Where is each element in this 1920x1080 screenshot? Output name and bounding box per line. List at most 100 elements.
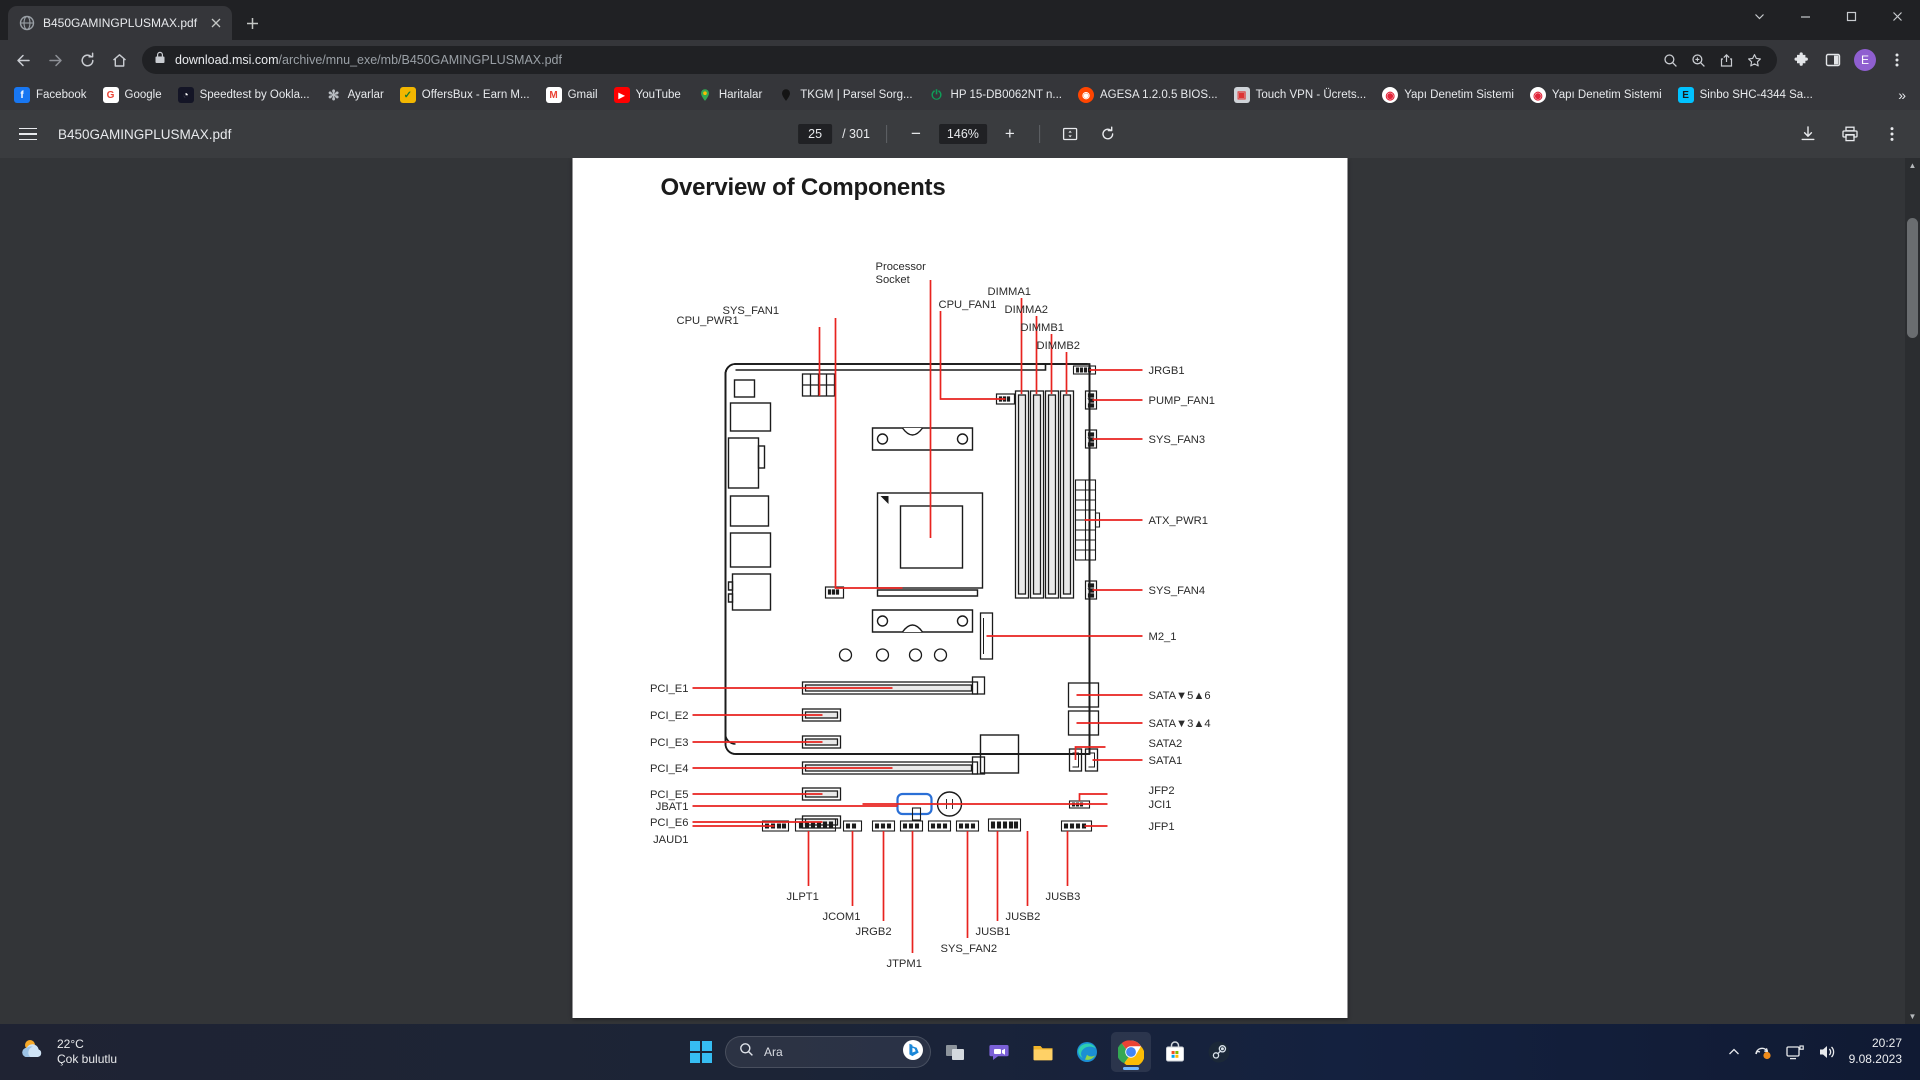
diagram-label: DIMMA1 bbox=[988, 286, 1032, 298]
browser-tab[interactable]: B450GAMINGPLUSMAX.pdf bbox=[8, 6, 232, 40]
store-icon[interactable] bbox=[1155, 1032, 1195, 1072]
diagram-label: PCI_E3 bbox=[650, 737, 689, 749]
new-tab-button[interactable] bbox=[238, 9, 266, 37]
diagram-label: SYS_FAN1 bbox=[723, 305, 780, 317]
search-input[interactable]: Ara bbox=[725, 1036, 931, 1068]
home-icon[interactable] bbox=[104, 45, 134, 75]
chrome-icon[interactable] bbox=[1111, 1032, 1151, 1072]
scrollbar-thumb[interactable] bbox=[1907, 218, 1918, 338]
diagram-label: PCI_E6 bbox=[650, 817, 689, 829]
bookmark-label: Yapı Denetim Sistemi bbox=[1404, 89, 1514, 101]
network-icon[interactable] bbox=[1785, 1043, 1805, 1061]
fit-to-page-icon[interactable] bbox=[1056, 120, 1084, 148]
reddit-icon: ◉ bbox=[1078, 87, 1094, 103]
bookmark-item[interactable]: Haritalar bbox=[689, 84, 770, 106]
zoom-level-label: 146% bbox=[938, 124, 987, 144]
chat-teams-icon[interactable] bbox=[979, 1032, 1019, 1072]
diagram-label: SATA2 bbox=[1149, 738, 1183, 750]
diagram-label: SATA1 bbox=[1149, 755, 1183, 767]
minimize-window-button[interactable] bbox=[1782, 0, 1828, 32]
weather-text: 22°C Çok bulutlu bbox=[57, 1037, 117, 1067]
zoom-in-button[interactable]: + bbox=[997, 121, 1023, 147]
bookmark-item[interactable]: ◉ AGESA 1.2.0.5 BIOS... bbox=[1070, 84, 1226, 106]
chevron-down-icon[interactable] bbox=[1736, 0, 1782, 32]
diagram-label: JAUD1 bbox=[653, 834, 688, 846]
download-icon[interactable] bbox=[1794, 120, 1822, 148]
forward-arrow-icon[interactable] bbox=[40, 45, 70, 75]
vertical-scrollbar[interactable]: ▲ ▼ bbox=[1905, 158, 1920, 1024]
pdf-page-scroll-area[interactable]: Overview of Components CPU_PWR1 SYS_FAN1… bbox=[0, 158, 1920, 1024]
zoom-icon[interactable] bbox=[1685, 47, 1711, 73]
bookmark-item[interactable]: ▣ Touch VPN - Ücrets... bbox=[1226, 84, 1375, 106]
address-bar[interactable]: download.msi.com/archive/mnu_exe/mb/B450… bbox=[142, 46, 1777, 74]
weather-widget[interactable]: 22°C Çok bulutlu bbox=[0, 1037, 117, 1068]
bookmark-item[interactable]: ✓ OffersBux - Earn M... bbox=[392, 84, 538, 106]
onedrive-sync-icon[interactable] bbox=[1753, 1043, 1773, 1061]
search-icon[interactable] bbox=[1657, 47, 1683, 73]
rotate-icon[interactable] bbox=[1094, 120, 1122, 148]
bookmark-label: Sinbo SHC-4344 Sa... bbox=[1699, 89, 1813, 101]
windows-start-icon[interactable] bbox=[681, 1032, 721, 1072]
google-maps-pin-icon bbox=[697, 87, 713, 103]
bookmark-item[interactable]: ✻ Ayarlar bbox=[318, 84, 392, 106]
puzzle-piece-icon[interactable] bbox=[1786, 45, 1816, 75]
bookmark-item[interactable]: ◉ Yapı Denetim Sistemi bbox=[1374, 84, 1522, 106]
pdf-filename: B450GAMINGPLUSMAX.pdf bbox=[58, 126, 232, 142]
page-number-input[interactable]: 25 bbox=[798, 124, 833, 144]
three-dot-menu-icon[interactable] bbox=[1882, 45, 1912, 75]
taskbar-clock[interactable]: 20:27 9.08.2023 bbox=[1849, 1036, 1910, 1067]
search-icon bbox=[739, 1042, 754, 1062]
bookmark-star-icon[interactable] bbox=[1741, 47, 1767, 73]
back-arrow-icon[interactable] bbox=[8, 45, 38, 75]
system-tray: 20:27 9.08.2023 bbox=[1727, 1036, 1910, 1067]
windows-taskbar: 22°C Çok bulutlu Ara 20:27 9.08.2023 bbox=[0, 1024, 1920, 1080]
bookmark-item[interactable]: ◉ Yapı Denetim Sistemi bbox=[1522, 84, 1670, 106]
url-host: download.msi.com bbox=[175, 53, 279, 67]
bookmark-item[interactable]: E Sinbo SHC-4344 Sa... bbox=[1670, 84, 1821, 106]
share-icon[interactable] bbox=[1713, 47, 1739, 73]
weather-condition: Çok bulutlu bbox=[57, 1052, 118, 1066]
diagram-label: JUSB1 bbox=[976, 926, 1011, 938]
diagram-label: JBAT1 bbox=[656, 801, 689, 813]
bookmark-item[interactable]: ◔ Speedtest by Ookla... bbox=[170, 84, 318, 106]
chevron-down-icon[interactable]: ▼ bbox=[1905, 1009, 1920, 1024]
chevron-up-icon[interactable]: ▲ bbox=[1905, 158, 1920, 173]
reload-icon[interactable] bbox=[72, 45, 102, 75]
diagram-label: SATA▼3▲4 bbox=[1149, 718, 1211, 730]
bookmark-item[interactable]: ⏻ HP 15-DB0062NT n... bbox=[921, 84, 1070, 106]
bookmark-item[interactable]: f Facebook bbox=[6, 84, 95, 106]
hamburger-menu-icon[interactable] bbox=[14, 120, 42, 148]
side-panel-icon[interactable] bbox=[1818, 45, 1848, 75]
bookmark-label: Haritalar bbox=[718, 89, 763, 101]
power-icon: ⏻ bbox=[931, 87, 942, 102]
diagram-label: CPU_FAN1 bbox=[939, 299, 997, 311]
bing-copilot-icon[interactable] bbox=[902, 1039, 924, 1066]
three-dot-menu-icon[interactable] bbox=[1878, 120, 1906, 148]
tab-title: B450GAMINGPLUSMAX.pdf bbox=[43, 16, 198, 30]
bookmark-item[interactable]: ▶ YouTube bbox=[606, 84, 689, 106]
close-window-button[interactable] bbox=[1874, 0, 1920, 32]
print-icon[interactable] bbox=[1836, 120, 1864, 148]
youtube-icon: ▶ bbox=[613, 87, 630, 103]
bookmark-item[interactable]: G Google bbox=[95, 84, 170, 106]
diagram-label: JLPT1 bbox=[787, 891, 819, 903]
zoom-out-button[interactable]: − bbox=[903, 121, 929, 147]
folder-icon[interactable] bbox=[1023, 1032, 1063, 1072]
diagram-label: PUMP_FAN1 bbox=[1149, 395, 1216, 407]
chevron-up-icon[interactable] bbox=[1727, 1045, 1741, 1059]
bookmark-item[interactable]: M Gmail bbox=[538, 84, 606, 106]
diagram-label: Socket bbox=[876, 274, 911, 286]
diagram-label: SYS_FAN3 bbox=[1149, 434, 1206, 446]
bookmark-label: Speedtest by Ookla... bbox=[199, 89, 310, 101]
volume-icon[interactable] bbox=[1817, 1043, 1837, 1061]
edge-icon[interactable] bbox=[1067, 1032, 1107, 1072]
bookmark-item[interactable]: TKGM | Parsel Sorg... bbox=[770, 84, 920, 106]
task-view-icon[interactable] bbox=[935, 1032, 975, 1072]
maximize-window-button[interactable] bbox=[1828, 0, 1874, 32]
bookmarks-overflow-button[interactable]: » bbox=[1890, 87, 1914, 103]
close-icon[interactable] bbox=[208, 15, 224, 31]
lock-icon bbox=[154, 51, 166, 69]
steam-icon[interactable] bbox=[1199, 1032, 1239, 1072]
avatar[interactable]: E bbox=[1854, 49, 1876, 71]
partly-cloudy-icon bbox=[18, 1037, 48, 1068]
